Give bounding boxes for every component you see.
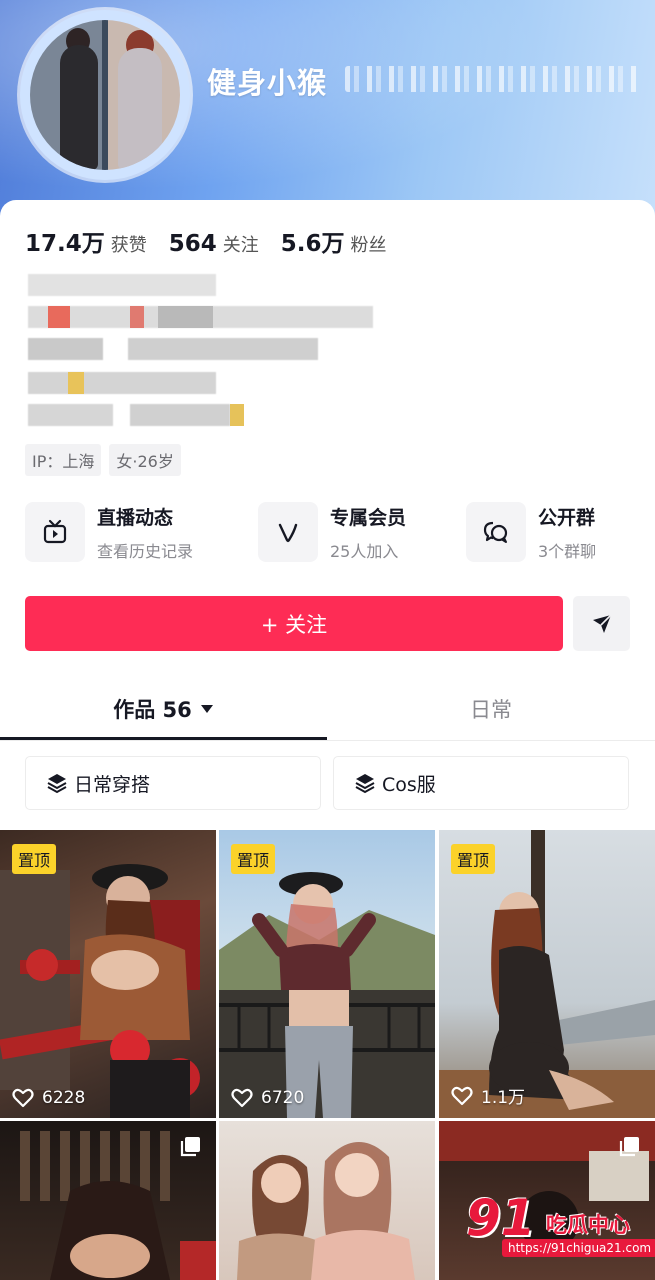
send-icon bbox=[592, 613, 612, 633]
video-tile-4[interactable] bbox=[0, 1121, 216, 1280]
chat-icon bbox=[466, 502, 526, 562]
video-thumbnail-5 bbox=[237, 1141, 415, 1280]
bio-blur-row bbox=[28, 372, 216, 394]
tab-daily[interactable]: 日常 bbox=[327, 678, 655, 740]
bio-blur-red bbox=[48, 306, 70, 328]
entry-live-sub: 查看历史记录 bbox=[97, 541, 194, 561]
send-message-button[interactable] bbox=[573, 596, 630, 651]
heart-icon bbox=[231, 1088, 253, 1108]
entry-live[interactable]: 直播动态 查看历史记录 bbox=[25, 502, 193, 562]
pinned-badge: 置顶 bbox=[12, 844, 57, 874]
caret-down-icon bbox=[200, 705, 213, 713]
entry-membership[interactable]: 专属会员 25人加入 bbox=[258, 502, 406, 562]
content-tabs: 作品 56 日常 bbox=[0, 678, 655, 741]
tab-works-label: 作品 56 bbox=[113, 698, 192, 722]
entry-group[interactable]: 公开群 3个群聊 bbox=[466, 502, 596, 562]
watermark-logo-text: 吃瓜中心 bbox=[546, 1213, 630, 1237]
stat-following[interactable]: 564 关注 bbox=[169, 231, 259, 257]
layers-icon bbox=[355, 774, 375, 794]
stat-likes-label: 获赞 bbox=[110, 235, 147, 256]
video-likes-count: 6720 bbox=[261, 1088, 305, 1108]
collection-daily-outfits[interactable]: 日常穿搭 bbox=[25, 756, 321, 810]
bio-blur-row bbox=[28, 338, 103, 360]
heart-icon bbox=[451, 1086, 473, 1105]
entry-group-sub: 3个群聊 bbox=[538, 541, 597, 561]
nickname-obscured-suffix bbox=[345, 66, 640, 92]
stats-row: 17.4万 获赞 564 关注 5.6万 粉丝 bbox=[25, 224, 409, 258]
bio-blur-row bbox=[28, 274, 216, 296]
video-likes: 6720 bbox=[231, 1088, 304, 1108]
video-likes: 6228 bbox=[12, 1088, 85, 1108]
video-likes: 1.1万 bbox=[451, 1083, 525, 1108]
video-tile-1[interactable]: 置顶 6228 bbox=[0, 830, 216, 1118]
bio-blur-yellow bbox=[68, 372, 84, 394]
layers-icon bbox=[47, 774, 67, 794]
video-tile-2[interactable]: 置顶 6720 bbox=[219, 830, 435, 1118]
stat-following-label: 关注 bbox=[222, 235, 259, 256]
tag-ip: IP：上海 bbox=[25, 444, 102, 476]
avatar-figure-right bbox=[118, 48, 162, 170]
avatar-image bbox=[30, 20, 180, 170]
heart-icon bbox=[12, 1088, 34, 1108]
stat-followers-value: 5.6万 bbox=[280, 231, 345, 257]
video-likes-count: 1.1万 bbox=[481, 1088, 526, 1108]
multi-image-icon bbox=[617, 1135, 641, 1163]
stat-likes[interactable]: 17.4万 获赞 bbox=[25, 224, 147, 258]
stat-followers-label: 粉丝 bbox=[350, 235, 387, 256]
tv-icon bbox=[25, 502, 85, 562]
bio-blur-yellow bbox=[230, 404, 244, 426]
v-icon bbox=[258, 502, 318, 562]
stat-following-value: 564 bbox=[168, 231, 217, 257]
pinned-badge: 置顶 bbox=[231, 844, 276, 874]
profile-header: 健身小猴 bbox=[0, 0, 655, 230]
site-watermark: 91 吃瓜中心 https://91chigua21.com bbox=[462, 1189, 655, 1265]
collection-cos-label: Cos服 bbox=[382, 773, 436, 796]
bio-pixelated bbox=[28, 274, 388, 434]
multi-image-icon bbox=[178, 1135, 202, 1163]
bio-blur-row bbox=[28, 404, 113, 426]
watermark-url: https://91chigua21.com bbox=[502, 1239, 655, 1257]
collection-daily-outfits-label: 日常穿搭 bbox=[74, 773, 151, 796]
video-tile-5[interactable] bbox=[219, 1121, 435, 1280]
pinned-badge: 置顶 bbox=[451, 844, 496, 874]
tab-works[interactable]: 作品 56 bbox=[0, 678, 327, 740]
profile-card: 17.4万 获赞 564 关注 5.6万 粉丝 IP：上海 女·26岁 直播动态… bbox=[0, 200, 655, 1280]
video-tile-3[interactable]: 置顶 1.1万 bbox=[439, 830, 655, 1118]
follow-button[interactable]: + 关注 bbox=[25, 596, 563, 651]
collection-cos[interactable]: Cos服 bbox=[333, 756, 629, 810]
feature-entries: 直播动态 查看历史记录 专属会员 25人加入 公开群 3个群聊 bbox=[0, 502, 655, 570]
avatar[interactable] bbox=[20, 10, 190, 180]
bio-blur-row bbox=[130, 404, 230, 426]
bio-blur-red bbox=[130, 306, 144, 328]
active-tab-indicator bbox=[0, 737, 327, 740]
entry-membership-title: 专属会员 bbox=[330, 506, 407, 529]
bio-blur-row bbox=[128, 338, 318, 360]
collections-row: 日常穿搭 Cos服 bbox=[0, 756, 655, 814]
profile-tags: IP：上海 女·26岁 bbox=[25, 444, 189, 476]
tag-gender-age: 女·26岁 bbox=[109, 444, 181, 476]
avatar-figure-left bbox=[60, 45, 98, 170]
entry-membership-sub: 25人加入 bbox=[330, 541, 399, 561]
entry-live-title: 直播动态 bbox=[97, 506, 174, 529]
entry-group-title: 公开群 bbox=[538, 506, 596, 529]
stat-likes-value: 17.4万 bbox=[25, 231, 105, 257]
video-likes-count: 6228 bbox=[42, 1088, 86, 1108]
stat-followers[interactable]: 5.6万 粉丝 bbox=[281, 224, 387, 258]
nickname: 健身小猴 bbox=[207, 66, 328, 100]
bio-blur-gray bbox=[158, 306, 213, 328]
